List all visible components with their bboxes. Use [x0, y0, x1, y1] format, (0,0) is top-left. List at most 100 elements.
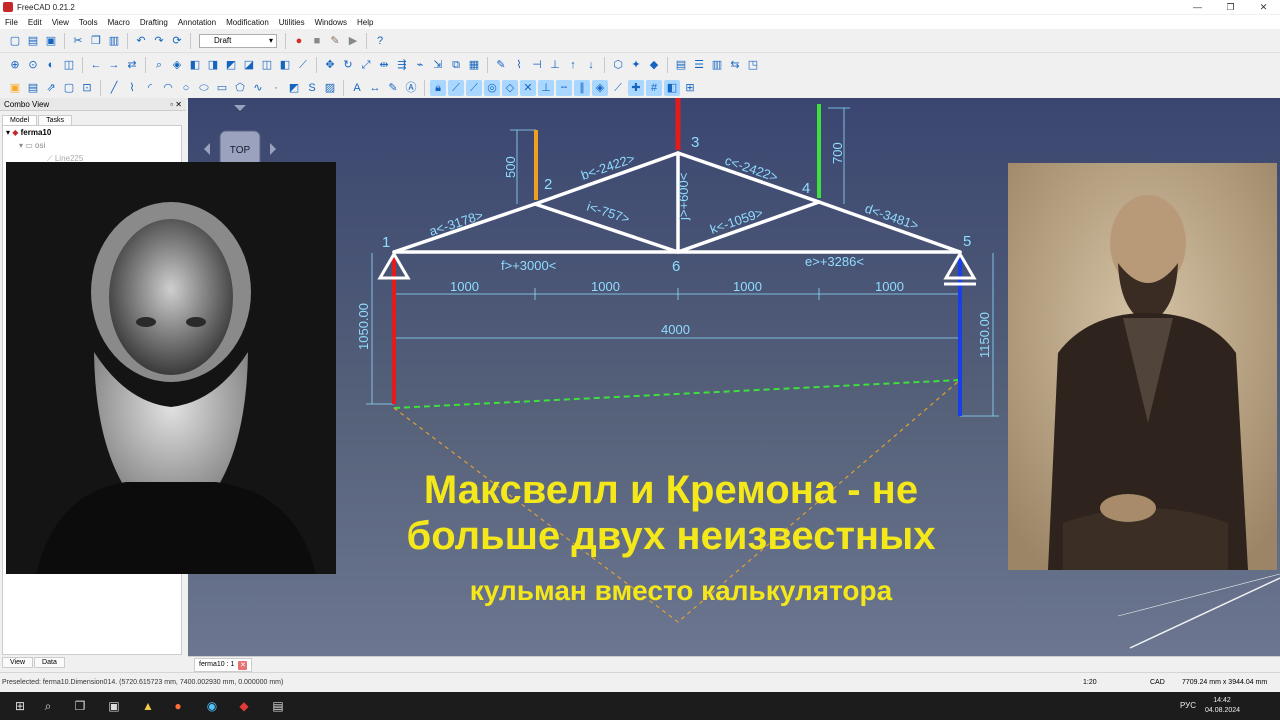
zoom-icon[interactable]: ⌕ — [151, 57, 167, 73]
mirror-icon[interactable]: ⇹ — [376, 57, 392, 73]
back-icon[interactable]: ← — [88, 57, 104, 73]
snap-intersection-icon[interactable]: ✕ — [520, 79, 536, 96]
tree-item-document[interactable]: ▾ ◆ ferma10 — [3, 126, 181, 139]
polyline-icon[interactable]: ⌇ — [124, 80, 140, 96]
snap-angle-icon[interactable]: ◇ — [502, 79, 518, 96]
sync-view-icon[interactable]: ⇄ — [124, 57, 140, 73]
snap-center-icon[interactable]: ◎ — [484, 79, 500, 96]
menu-help[interactable]: Help — [352, 18, 378, 27]
tab-data[interactable]: Data — [34, 657, 65, 668]
line-icon[interactable]: ╱ — [106, 80, 122, 96]
tree-item-group[interactable]: ▾ ▭ osi — [3, 139, 181, 152]
draw-style-icon[interactable]: ◐ — [43, 57, 59, 73]
minimize-button[interactable]: — — [1181, 0, 1214, 14]
facebinder-icon[interactable]: ◩ — [286, 80, 302, 96]
fit-selection-icon[interactable]: ⊙ — [25, 57, 41, 73]
table-icon[interactable]: ▥ — [709, 57, 725, 73]
front-view-icon[interactable]: ◧ — [187, 57, 203, 73]
snap-ortho-icon[interactable]: ✚ — [628, 79, 644, 96]
shape2dview-icon[interactable]: ⬡ — [610, 57, 626, 73]
left-view-icon[interactable]: ◧ — [277, 57, 293, 73]
right-view-icon[interactable]: ◩ — [223, 57, 239, 73]
taskbar-app-icon[interactable]: ▲ — [140, 698, 156, 714]
split-icon[interactable]: ⊣ — [529, 57, 545, 73]
array-icon[interactable]: ▦ — [466, 57, 482, 73]
tab-model[interactable]: Model — [2, 115, 38, 125]
label-icon[interactable]: ✎ — [385, 80, 401, 96]
rear-view-icon[interactable]: ◪ — [241, 57, 257, 73]
whats-this-icon[interactable]: ? — [372, 33, 388, 49]
document-tab[interactable]: ferma10 : 1 ✕ — [194, 658, 253, 672]
dimension-icon[interactable]: ↔ — [367, 80, 383, 96]
rectangle-icon[interactable]: ▭ — [214, 80, 230, 96]
fit-all-icon[interactable]: ⊕ — [7, 57, 23, 73]
bspline-icon[interactable]: ∿ — [250, 80, 266, 96]
edit-icon[interactable]: ✎ — [493, 57, 509, 73]
redo-icon[interactable]: ↷ — [151, 33, 167, 49]
menu-view[interactable]: View — [47, 18, 74, 27]
run-macro-icon[interactable]: ▶ — [345, 33, 361, 49]
menu-edit[interactable]: Edit — [23, 18, 47, 27]
snap-near-icon[interactable]: ⟋ — [610, 80, 626, 96]
snap-grid-icon[interactable]: # — [646, 79, 662, 96]
move-icon[interactable]: ✥ — [322, 57, 338, 73]
snap-special-icon[interactable]: ◈ — [592, 79, 608, 96]
workbench-selector[interactable]: Draft — [199, 33, 277, 48]
refresh-icon[interactable]: ⟳ — [169, 33, 185, 49]
close-tab-icon[interactable]: ✕ — [238, 660, 248, 670]
draft-scale[interactable]: 1:20 — [1083, 679, 1097, 686]
menu-macro[interactable]: Macro — [103, 18, 135, 27]
navigation-style[interactable]: CAD — [1150, 679, 1165, 686]
upgrade-icon[interactable]: ↑ — [565, 57, 581, 73]
annotation-style-icon[interactable]: Ⓐ — [403, 80, 419, 96]
snap-midpoint-icon[interactable]: ⟋ — [466, 79, 482, 96]
join-icon[interactable]: ⊥ — [547, 57, 563, 73]
edit-macro-icon[interactable]: ✎ — [327, 33, 343, 49]
list-icon[interactable]: ☰ — [691, 57, 707, 73]
offset-icon[interactable]: ⇶ — [394, 57, 410, 73]
export-icon[interactable]: ⇗ — [43, 80, 59, 96]
menu-modification[interactable]: Modification — [221, 18, 274, 27]
ellipse-icon[interactable]: ⬭ — [196, 80, 212, 96]
open-icon[interactable]: ▤ — [25, 80, 41, 96]
fillet-icon[interactable]: ◜ — [142, 80, 158, 96]
taskbar-app-icon[interactable]: ▤ — [270, 698, 286, 714]
layer-icon[interactable]: ▤ — [673, 57, 689, 73]
arc-icon[interactable]: ◠ — [160, 80, 176, 96]
snap-parallel-icon[interactable]: ∥ — [574, 79, 590, 96]
wire-icon[interactable]: ⌇ — [511, 57, 527, 73]
group-icon[interactable]: ◆ — [646, 57, 662, 73]
cut-icon[interactable]: ✂ — [70, 33, 86, 49]
forward-icon[interactable]: → — [106, 57, 122, 73]
bottom-view-icon[interactable]: ◫ — [259, 57, 275, 73]
taskbar-app-icon[interactable]: ◉ — [204, 698, 220, 714]
tab-tasks[interactable]: Tasks — [38, 115, 72, 125]
new-file-icon[interactable]: ▢ — [7, 33, 23, 49]
task-view-icon[interactable]: ❐ — [72, 698, 88, 714]
stop-macro-icon[interactable]: ■ — [309, 33, 325, 49]
bounding-box-icon[interactable]: ◫ — [61, 57, 77, 73]
point-icon[interactable]: · — [268, 80, 284, 96]
open-folder-icon[interactable]: ▤ — [25, 33, 41, 49]
panel-float-close-icon[interactable]: ▫ ✕ — [170, 100, 182, 109]
text-icon[interactable]: A — [349, 80, 365, 96]
input-language[interactable]: РУС — [1180, 701, 1196, 710]
polygon-icon[interactable]: ⬠ — [232, 80, 248, 96]
isometric-view-icon[interactable]: ◈ — [169, 57, 185, 73]
snap-lock-icon[interactable]: 🔒︎ — [430, 79, 446, 96]
stretch-icon[interactable]: ⇲ — [430, 57, 446, 73]
clone-icon[interactable]: ⧉ — [448, 57, 464, 73]
shapestring-icon[interactable]: S — [304, 80, 320, 96]
draft-to-sketch-icon[interactable]: ✦ — [628, 57, 644, 73]
search-icon[interactable]: ⌕ — [40, 698, 56, 714]
top-view-icon[interactable]: ◨ — [205, 57, 221, 73]
undo-icon[interactable]: ↶ — [133, 33, 149, 49]
downgrade-icon[interactable]: ↓ — [583, 57, 599, 73]
record-macro-icon[interactable]: ● — [291, 33, 307, 49]
taskbar-app-icon[interactable]: ▣ — [106, 698, 122, 714]
measure-icon[interactable]: ⟋ — [295, 57, 311, 73]
rotate-icon[interactable]: ↻ — [340, 57, 356, 73]
folder-icon[interactable]: ▣ — [7, 80, 23, 96]
copy-icon[interactable]: ❐ — [88, 33, 104, 49]
save-icon[interactable]: ▣ — [43, 33, 59, 49]
